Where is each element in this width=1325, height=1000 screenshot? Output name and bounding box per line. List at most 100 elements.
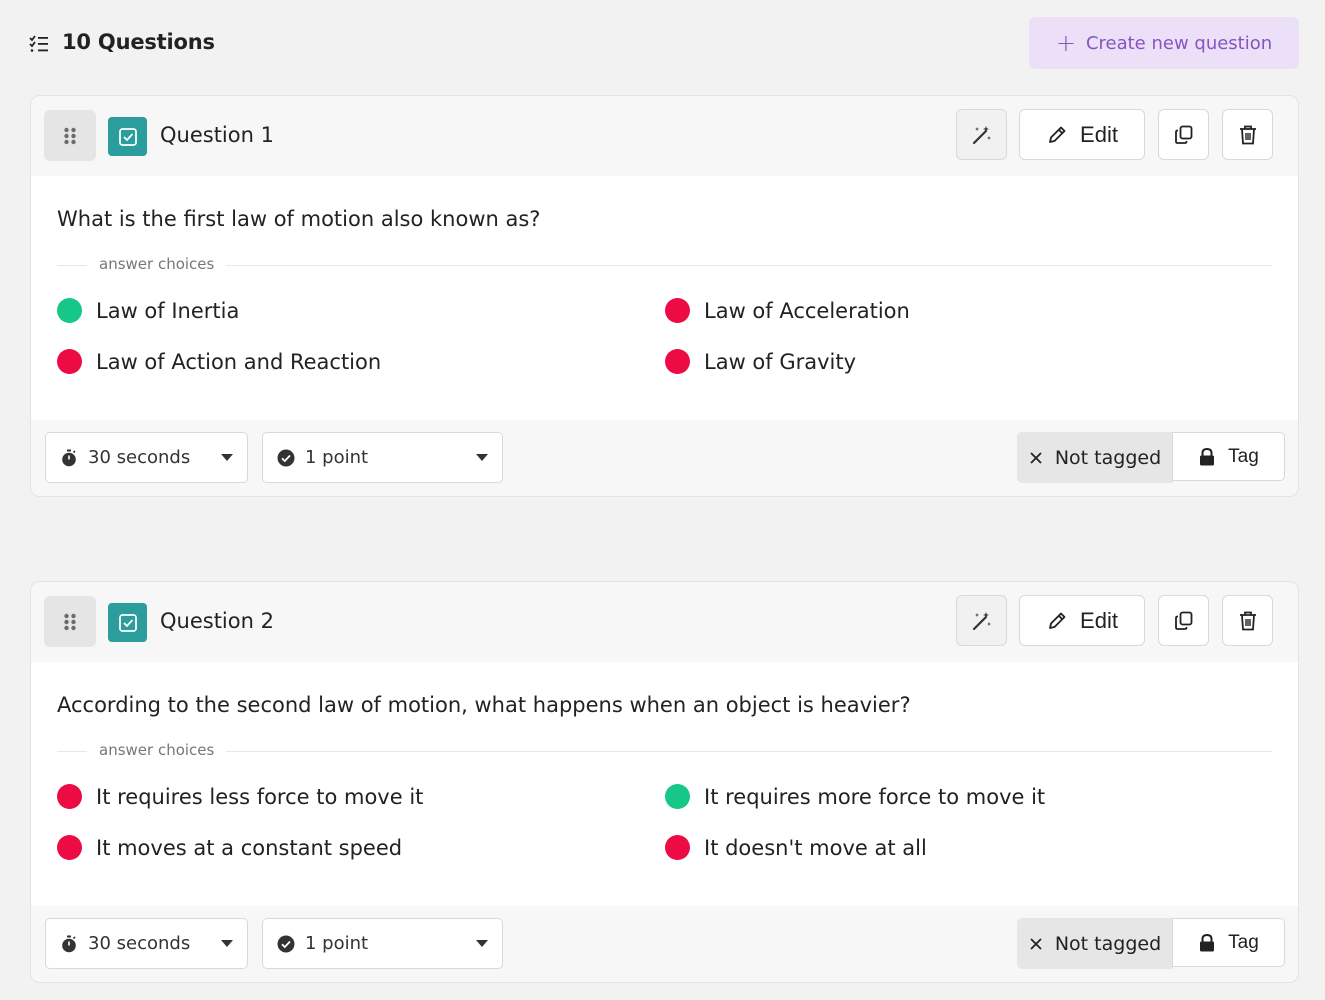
question-card-footer: 30 seconds 1 point Not tagged Tag xyxy=(31,420,1298,496)
correct-indicator-icon xyxy=(57,298,82,323)
incorrect-indicator-icon xyxy=(665,298,690,323)
tag-group: Not tagged Tag xyxy=(1017,432,1285,483)
answer-choices-label: answer choices xyxy=(87,255,227,273)
trash-icon xyxy=(1239,611,1256,630)
time-limit-select[interactable]: 30 seconds xyxy=(45,432,248,483)
tag-label: Tag xyxy=(1228,931,1259,953)
answer-choice: Law of Action and Reaction xyxy=(57,349,381,374)
checkbox-icon xyxy=(118,613,137,632)
tag-button[interactable]: Tag xyxy=(1172,432,1285,481)
close-icon xyxy=(1030,451,1042,464)
tag-group: Not tagged Tag xyxy=(1017,918,1285,969)
trash-icon xyxy=(1239,125,1256,144)
create-question-button[interactable]: + Create new question xyxy=(1029,17,1299,69)
answer-choice-text: It requires less force to move it xyxy=(96,784,424,809)
answer-choice: Law of Inertia xyxy=(57,298,239,323)
drag-handle[interactable] xyxy=(44,110,96,161)
answer-choice-text: Law of Action and Reaction xyxy=(96,349,382,374)
plus-icon: + xyxy=(1055,29,1076,57)
points-value: 1 point xyxy=(305,447,369,468)
correct-indicator-icon xyxy=(665,784,690,809)
magic-wand-icon xyxy=(972,611,991,630)
incorrect-indicator-icon xyxy=(57,835,82,860)
tag-status-label: Not tagged xyxy=(1054,446,1162,469)
chevron-down-icon xyxy=(476,940,488,947)
points-select[interactable]: 1 point xyxy=(262,432,503,483)
answer-choice: Law of Acceleration xyxy=(665,298,910,323)
question-card-footer: 30 seconds 1 point Not tagged Tag xyxy=(31,906,1298,982)
copy-icon xyxy=(1174,125,1192,144)
answer-choice-text: It doesn't move at all xyxy=(704,835,927,860)
question-label: Question 1 xyxy=(160,123,274,147)
duplicate-button[interactable] xyxy=(1158,109,1209,160)
checklist-icon xyxy=(29,35,48,52)
answer-choices-label: answer choices xyxy=(87,741,227,759)
points-value: 1 point xyxy=(305,933,369,954)
chevron-down-icon xyxy=(476,454,488,461)
answer-choice: It moves at a constant speed xyxy=(57,835,402,860)
multiple-choice-type-icon xyxy=(108,117,147,156)
answer-choice: It requires more force to move it xyxy=(665,784,1045,809)
drag-dots-icon xyxy=(64,613,76,630)
tag-label: Tag xyxy=(1228,445,1259,467)
tag-status[interactable]: Not tagged xyxy=(1017,432,1173,483)
answer-choice: It doesn't move at all xyxy=(665,835,927,860)
question-text: According to the second law of motion, w… xyxy=(57,693,911,717)
time-limit-value: 30 seconds xyxy=(88,447,191,468)
ai-enhance-button[interactable] xyxy=(956,109,1007,160)
answer-choice-text: It moves at a constant speed xyxy=(96,835,403,860)
incorrect-indicator-icon xyxy=(665,835,690,860)
question-card-header: Question 1 Edit xyxy=(31,96,1298,176)
chevron-down-icon xyxy=(221,454,233,461)
tag-button[interactable]: Tag xyxy=(1172,918,1285,967)
tag-status[interactable]: Not tagged xyxy=(1017,918,1173,969)
question-card-header: Question 2 Edit xyxy=(31,582,1298,662)
answer-choice-text: It requires more force to move it xyxy=(704,784,1046,809)
magic-wand-icon xyxy=(972,125,991,144)
pencil-icon xyxy=(1049,126,1066,143)
lock-icon xyxy=(1200,933,1215,951)
time-limit-select[interactable]: 30 seconds xyxy=(45,918,248,969)
incorrect-indicator-icon xyxy=(57,349,82,374)
check-circle-icon xyxy=(277,935,295,952)
drag-handle[interactable] xyxy=(44,596,96,647)
lock-icon xyxy=(1200,447,1215,465)
stopwatch-icon xyxy=(62,449,76,466)
stopwatch-icon xyxy=(62,935,76,952)
close-icon xyxy=(1030,937,1042,950)
question-card: Question 1 Edit What is the first law of… xyxy=(30,95,1299,497)
create-question-label: Create new question xyxy=(1085,32,1273,54)
edit-label: Edit xyxy=(1080,121,1118,147)
checkbox-icon xyxy=(118,127,137,146)
answer-choice: Law of Gravity xyxy=(665,349,856,374)
divider xyxy=(57,751,1272,752)
edit-label: Edit xyxy=(1080,607,1118,633)
incorrect-indicator-icon xyxy=(665,349,690,374)
chevron-down-icon xyxy=(221,940,233,947)
question-card: Question 2 Edit According to the second … xyxy=(30,581,1299,983)
multiple-choice-type-icon xyxy=(108,603,147,642)
ai-enhance-button[interactable] xyxy=(956,595,1007,646)
answer-choice-text: Law of Inertia xyxy=(96,298,240,323)
check-circle-icon xyxy=(277,449,295,466)
delete-button[interactable] xyxy=(1222,109,1273,160)
answer-choice-text: Law of Acceleration xyxy=(704,298,910,323)
drag-dots-icon xyxy=(64,127,76,144)
edit-button[interactable]: Edit xyxy=(1019,595,1145,646)
question-text: What is the first law of motion also kno… xyxy=(57,207,541,231)
pencil-icon xyxy=(1049,612,1066,629)
delete-button[interactable] xyxy=(1222,595,1273,646)
divider xyxy=(57,265,1272,266)
incorrect-indicator-icon xyxy=(57,784,82,809)
copy-icon xyxy=(1174,611,1192,630)
question-label: Question 2 xyxy=(160,609,274,633)
question-count: 10 Questions xyxy=(62,30,215,54)
time-limit-value: 30 seconds xyxy=(88,933,191,954)
duplicate-button[interactable] xyxy=(1158,595,1209,646)
tag-status-label: Not tagged xyxy=(1054,932,1162,955)
answer-choice-text: Law of Gravity xyxy=(704,349,857,374)
answer-choice: It requires less force to move it xyxy=(57,784,423,809)
points-select[interactable]: 1 point xyxy=(262,918,503,969)
edit-button[interactable]: Edit xyxy=(1019,109,1145,160)
questions-header: 10 Questions + Create new question xyxy=(0,0,1325,88)
